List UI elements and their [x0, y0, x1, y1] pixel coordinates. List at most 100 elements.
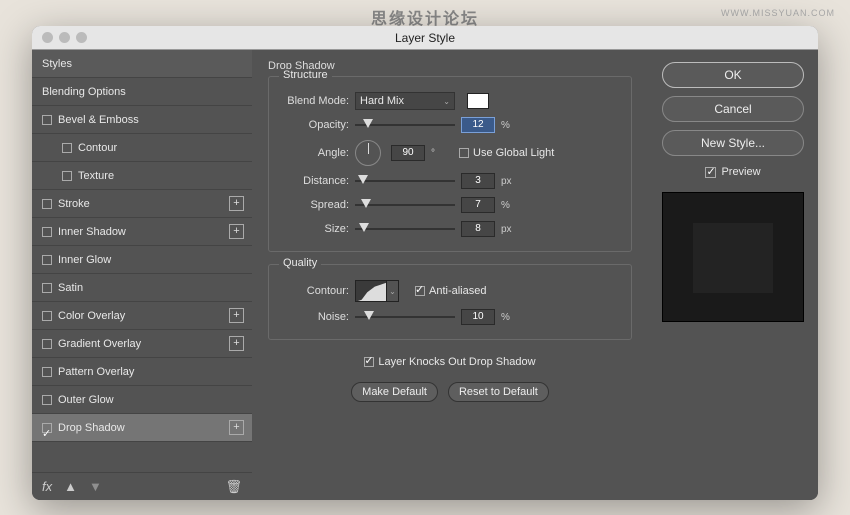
distance-input[interactable]: 3 [461, 173, 495, 189]
layer-knocks-out[interactable]: Layer Knocks Out Drop Shadow [364, 356, 535, 368]
style-checkbox[interactable] [42, 311, 52, 321]
noise-label: Noise: [279, 311, 349, 323]
trash-icon[interactable]: 🗑 [225, 479, 242, 495]
style-row-label: Color Overlay [58, 302, 125, 330]
right-panel: OK Cancel New Style... Preview [648, 50, 818, 500]
spread-slider[interactable] [355, 198, 455, 212]
arrow-down-icon[interactable]: ▼ [89, 479, 102, 494]
layer-knocks-checkbox[interactable] [364, 357, 374, 367]
spread-unit: % [501, 200, 517, 211]
new-style-button[interactable]: New Style... [662, 130, 804, 156]
dialog-title: Layer Style [395, 31, 455, 45]
style-checkbox[interactable] [62, 171, 72, 181]
style-checkbox[interactable] [42, 395, 52, 405]
style-checkbox[interactable] [62, 143, 72, 153]
spread-input[interactable]: 7 [461, 197, 495, 213]
style-checkbox[interactable] [42, 339, 52, 349]
distance-slider[interactable] [355, 174, 455, 188]
style-row-label: Inner Shadow [58, 218, 126, 246]
style-row-gradient-overlay[interactable]: Gradient Overlay+ [32, 330, 252, 358]
opacity-label: Opacity: [279, 119, 349, 131]
ok-button[interactable]: OK [662, 62, 804, 88]
style-row-pattern-overlay[interactable]: Pattern Overlay [32, 358, 252, 386]
style-row-satin[interactable]: Satin [32, 274, 252, 302]
blend-mode-select[interactable]: Hard Mix ⌄ [355, 92, 455, 110]
style-checkbox[interactable] [42, 199, 52, 209]
style-row-inner-glow[interactable]: Inner Glow [32, 246, 252, 274]
noise-slider[interactable] [355, 310, 455, 324]
style-row-blending-options[interactable]: Blending Options [32, 78, 252, 106]
style-row-drop-shadow[interactable]: Drop Shadow + [32, 414, 252, 442]
style-checkbox[interactable] [42, 367, 52, 377]
titlebar[interactable]: Layer Style [32, 26, 818, 50]
preview-label: Preview [721, 166, 760, 178]
style-row-styles[interactable]: Styles [32, 50, 252, 78]
fx-menu-icon[interactable]: fx [42, 479, 52, 494]
style-row-contour[interactable]: Contour [32, 134, 252, 162]
shadow-color-swatch[interactable] [467, 93, 489, 109]
global-light-label: Use Global Light [473, 147, 554, 159]
style-checkbox[interactable] [42, 115, 52, 125]
style-row-stroke[interactable]: Stroke+ [32, 190, 252, 218]
contour-label: Contour: [279, 285, 349, 297]
sidebar-footer: fx ▲ ▼ 🗑 [32, 472, 252, 500]
angle-dial[interactable] [355, 140, 381, 166]
size-input[interactable]: 8 [461, 221, 495, 237]
style-row-outer-glow[interactable]: Outer Glow [32, 386, 252, 414]
style-row-texture[interactable]: Texture [32, 162, 252, 190]
chevron-down-icon: ⌄ [443, 97, 450, 106]
style-row-label: Pattern Overlay [58, 358, 134, 386]
style-row-label: Blending Options [42, 78, 126, 106]
global-light-checkbox[interactable] [459, 148, 469, 158]
anti-aliased-checkbox[interactable] [415, 286, 425, 296]
style-row-label: Inner Glow [58, 246, 111, 274]
anti-aliased[interactable]: Anti-aliased [415, 285, 486, 297]
watermark-en: WWW.MISSYUAN.COM [721, 8, 835, 18]
structure-group: Structure Blend Mode: Hard Mix ⌄ Opacity… [268, 76, 632, 252]
size-label: Size: [279, 223, 349, 235]
contour-dropdown-icon[interactable]: ⌄ [387, 280, 399, 302]
style-checkbox[interactable] [42, 255, 52, 265]
style-checkbox[interactable] [42, 283, 52, 293]
cancel-button[interactable]: Cancel [662, 96, 804, 122]
contour-picker[interactable] [355, 280, 387, 302]
size-unit: px [501, 224, 517, 235]
opacity-input[interactable]: 12 [461, 117, 495, 133]
preview-checkbox[interactable] [705, 167, 716, 178]
add-effect-icon[interactable]: + [229, 308, 244, 323]
blend-mode-value: Hard Mix [360, 95, 404, 107]
add-effect-icon[interactable]: + [229, 336, 244, 351]
quality-legend: Quality [279, 257, 321, 269]
noise-input[interactable]: 10 [461, 309, 495, 325]
arrow-up-icon[interactable]: ▲ [64, 479, 77, 494]
style-row-label: Satin [58, 274, 83, 302]
style-row-label: Drop Shadow [58, 414, 125, 442]
make-default-button[interactable]: Make Default [351, 382, 438, 402]
reset-default-button[interactable]: Reset to Default [448, 382, 549, 402]
settings-panel: Drop Shadow Structure Blend Mode: Hard M… [252, 50, 648, 500]
opacity-slider[interactable] [355, 118, 455, 132]
style-row-label: Bevel & Emboss [58, 106, 139, 134]
size-slider[interactable] [355, 222, 455, 236]
styles-sidebar: StylesBlending OptionsBevel & EmbossCont… [32, 50, 252, 500]
style-row-bevel-emboss[interactable]: Bevel & Emboss [32, 106, 252, 134]
traffic-close-icon[interactable] [42, 32, 53, 43]
style-checkbox[interactable] [42, 227, 52, 237]
use-global-light[interactable]: Use Global Light [459, 147, 554, 159]
style-row-label: Outer Glow [58, 386, 114, 414]
style-row-label: Texture [78, 162, 114, 190]
preview-toggle[interactable]: Preview [662, 166, 804, 178]
traffic-max-icon[interactable] [76, 32, 87, 43]
add-effect-icon[interactable]: + [229, 196, 244, 211]
angle-input[interactable]: 90 [391, 145, 425, 161]
anti-aliased-label: Anti-aliased [429, 285, 486, 297]
style-row-inner-shadow[interactable]: Inner Shadow + [32, 218, 252, 246]
add-effect-icon[interactable]: + [229, 420, 244, 435]
style-row-label: Styles [42, 50, 72, 78]
style-row-color-overlay[interactable]: Color Overlay + [32, 302, 252, 330]
traffic-min-icon[interactable] [59, 32, 70, 43]
window-controls [42, 32, 87, 43]
style-checkbox[interactable] [42, 423, 52, 433]
structure-legend: Structure [279, 69, 332, 81]
add-effect-icon[interactable]: + [229, 224, 244, 239]
